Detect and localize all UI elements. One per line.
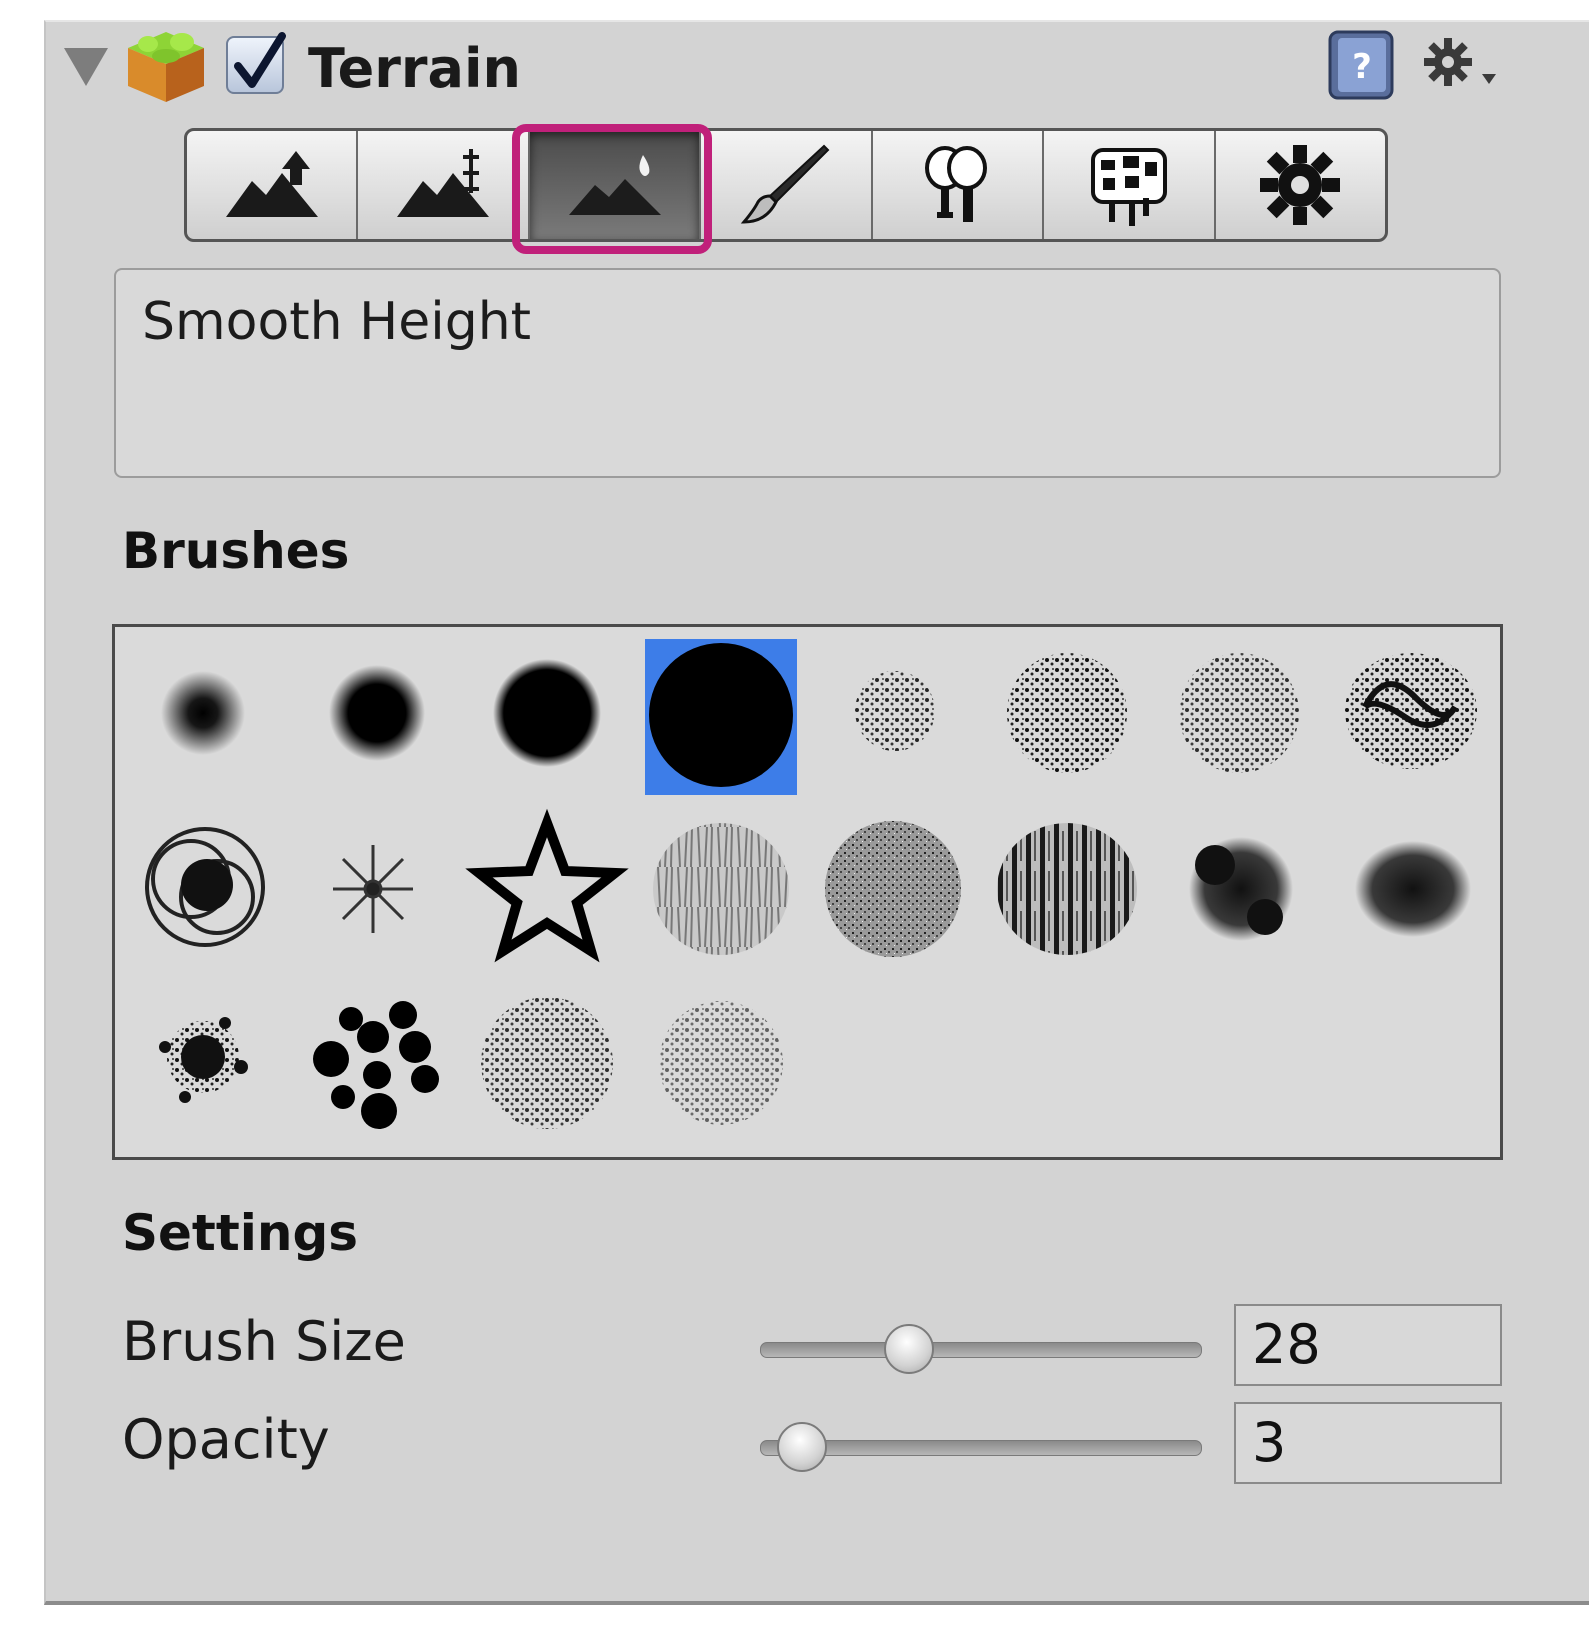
brush-star-outline[interactable] (465, 808, 629, 963)
brush-soft-round-small[interactable] (161, 671, 245, 755)
component-header: Terrain ? (0, 0, 1589, 110)
paint-details-button[interactable] (1044, 131, 1216, 239)
brush-light-scatter[interactable] (659, 1001, 783, 1125)
terrain-settings-icon (1260, 145, 1341, 225)
paint-details-icon (1090, 148, 1167, 226)
foldout-arrow-icon[interactable] (64, 48, 108, 86)
brush-size-label: Brush Size (122, 1310, 406, 1373)
paint-height-icon (397, 149, 490, 217)
brush-swirl-circles[interactable] (145, 827, 265, 947)
paint-texture-icon (740, 144, 830, 224)
place-trees-icon (925, 146, 988, 222)
brush-leaf-scatter[interactable] (481, 997, 613, 1129)
terrain-cube-icon (128, 32, 204, 102)
brush-splatter-dots[interactable] (159, 1017, 248, 1103)
checkmark-icon (234, 32, 286, 88)
component-title: Terrain (308, 37, 521, 100)
opacity-label: Opacity (122, 1408, 330, 1471)
brushes-svg (145, 639, 1477, 1129)
raise-lower-terrain-icon (225, 151, 318, 217)
brush-speckle-small[interactable] (855, 671, 935, 751)
help-book-icon[interactable]: ? (1326, 28, 1396, 102)
selected-tool-highlight (512, 124, 712, 254)
raise-lower-terrain-button[interactable] (187, 131, 359, 239)
terrain-settings-button[interactable] (1216, 131, 1385, 239)
brush-splat-dark[interactable] (1189, 837, 1293, 941)
bottom-strip (0, 1610, 1589, 1642)
brush-noise-texture[interactable] (825, 821, 961, 957)
paint-height-button[interactable] (358, 131, 530, 239)
tool-description-box: Smooth Height (114, 268, 1501, 478)
opacity-field[interactable]: 3 (1234, 1402, 1502, 1484)
terrain-tools-toolbar (184, 128, 1388, 242)
settings-label: Settings (122, 1204, 359, 1262)
brush-splat-soft[interactable] (1355, 841, 1471, 937)
brush-size-slider-track[interactable] (760, 1342, 1202, 1358)
brush-scribble-texture[interactable] (1345, 653, 1477, 769)
brush-hard-round-large[interactable] (645, 639, 797, 795)
brush-speckle-medium[interactable] (1007, 653, 1127, 773)
opacity-slider-thumb[interactable] (776, 1422, 827, 1472)
brushes-grid (112, 624, 1503, 1160)
brush-bark-texture[interactable] (653, 823, 789, 955)
tool-description-text: Smooth Height (142, 292, 532, 352)
brush-size-field[interactable]: 28 (1234, 1304, 1502, 1386)
brush-streak-texture[interactable] (997, 823, 1137, 955)
brush-soft-round-medium[interactable] (329, 665, 425, 761)
svg-text:?: ? (1352, 47, 1372, 87)
gear-menu-icon[interactable] (1420, 34, 1500, 94)
place-trees-button[interactable] (873, 131, 1045, 239)
paint-texture-button[interactable] (701, 131, 873, 239)
brush-dots-cluster[interactable] (313, 1001, 439, 1129)
brush-starburst[interactable] (333, 845, 413, 933)
brushes-label: Brushes (122, 522, 350, 580)
brush-speckle-large[interactable] (1179, 653, 1299, 773)
enable-checkbox[interactable] (226, 32, 286, 94)
brush-hard-round[interactable] (493, 659, 601, 767)
